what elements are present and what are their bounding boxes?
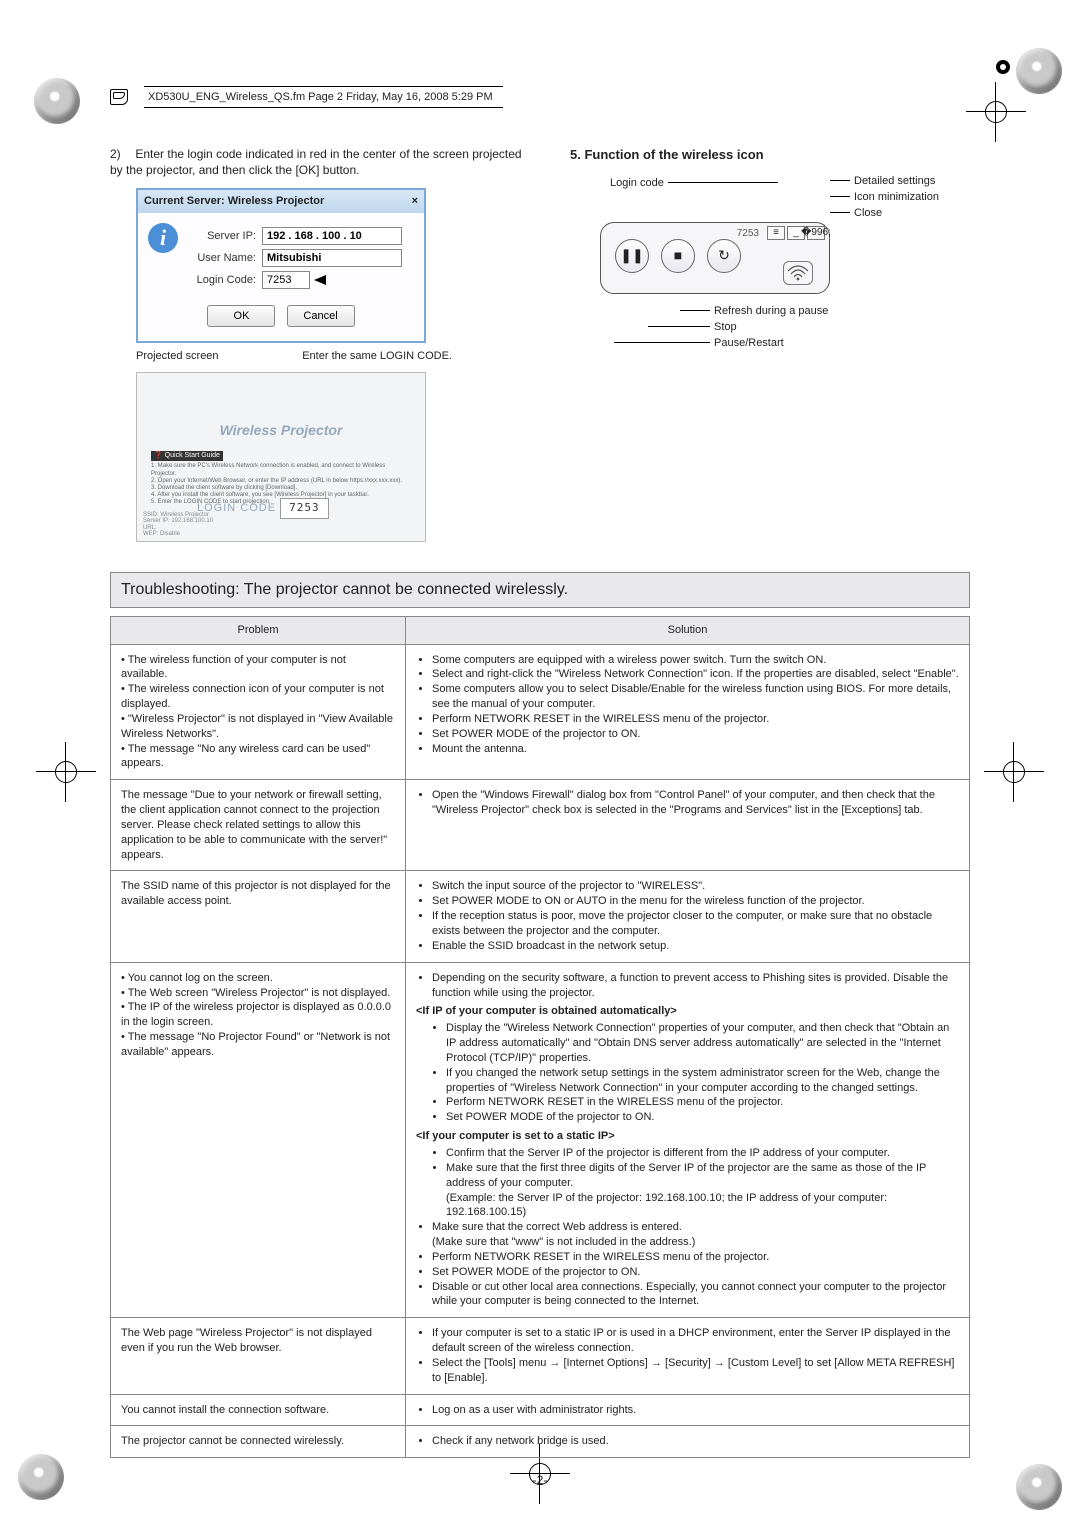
problem-cell: The SSID name of this projector is not d…	[111, 871, 406, 962]
login-dialog: Current Server: Wireless Projector × i S…	[136, 188, 426, 343]
th-problem: Problem	[111, 616, 406, 644]
code-label: Login Code:	[186, 273, 256, 288]
crop-ball-br	[1016, 1464, 1062, 1510]
refresh-button[interactable]: ↻	[707, 239, 741, 273]
crop-ball-tl	[34, 78, 80, 124]
close-icon[interactable]: ×	[412, 194, 418, 209]
user-label: User Name:	[186, 251, 256, 266]
solution-cell: Switch the input source of the projector…	[406, 871, 970, 962]
dialog-title: Current Server: Wireless Projector	[144, 194, 324, 209]
close-tray-icon[interactable]: �996;	[807, 226, 825, 240]
th-solution: Solution	[406, 616, 970, 644]
wifi-icon	[783, 261, 813, 285]
crop-ball-bl	[18, 1454, 64, 1500]
step-text: Enter the login code indicated in red in…	[110, 147, 522, 177]
server-ip-field[interactable]	[262, 227, 402, 245]
table-row: The message "Due to your network or fire…	[111, 780, 970, 871]
header-filename: XD530U_ENG_Wireless_QS.fm Page 2 Friday,…	[144, 86, 503, 108]
crop-dot-tr	[996, 60, 1010, 74]
book-icon	[110, 89, 128, 105]
server-ip-label: Server IP:	[186, 229, 256, 244]
pause-button[interactable]: ❚❚	[615, 239, 649, 273]
lbl-min: Icon minimization	[854, 191, 939, 203]
wireless-tray: 7253 ≡ _ �996; ❚❚ ■ ↻	[600, 222, 830, 294]
projected-screen: Wireless Projector ❓ Quick Start Guide 1…	[136, 372, 426, 542]
arrow-left-icon	[314, 275, 326, 285]
lbl-login-code: Login code	[610, 177, 664, 189]
qsg-head: ❓ Quick Start Guide	[151, 451, 223, 461]
user-field[interactable]	[262, 249, 402, 267]
solution-cell: Some computers are equipped with a wirel…	[406, 644, 970, 780]
caption-right: Enter the same LOGIN CODE.	[302, 349, 452, 364]
register-right	[984, 742, 1044, 802]
table-row: The SSID name of this projector is not d…	[111, 871, 970, 962]
icon-diagram: Login code Detailed settings Icon minimi…	[570, 174, 950, 354]
table-row: The projector cannot be connected wirele…	[111, 1426, 970, 1458]
section5-title: 5. Function of the wireless icon	[570, 146, 970, 164]
code-field[interactable]	[262, 271, 310, 289]
problem-cell: • The wireless function of your computer…	[111, 644, 406, 780]
step-2: 2) Enter the login code indicated in red…	[110, 146, 530, 178]
table-row: • The wireless function of your computer…	[111, 644, 970, 780]
detailed-icon[interactable]: ≡	[767, 226, 785, 240]
troubleshooting-table: Problem Solution • The wireless function…	[110, 616, 970, 1459]
proj-footer: SSID: Wireless Projector Server IP: 192.…	[143, 512, 213, 538]
cancel-button[interactable]: Cancel	[287, 305, 355, 327]
problem-cell: • You cannot log on the screen. • The We…	[111, 962, 406, 1318]
proj-login-code: 7253	[280, 498, 329, 519]
ok-button[interactable]: OK	[207, 305, 275, 327]
lbl-pause: Pause/Restart	[714, 337, 784, 349]
problem-cell: You cannot install the connection softwa…	[111, 1394, 406, 1426]
table-row: You cannot install the connection softwa…	[111, 1394, 970, 1426]
table-row: • You cannot log on the screen. • The We…	[111, 962, 970, 1318]
page-header: XD530U_ENG_Wireless_QS.fm Page 2 Friday,…	[110, 86, 503, 108]
solution-cell: Open the "Windows Firewall" dialog box f…	[406, 780, 970, 871]
register-left	[36, 742, 96, 802]
info-icon: i	[148, 223, 178, 253]
problem-cell: The message "Due to your network or fire…	[111, 780, 406, 871]
table-row: The Web page "Wireless Projector" is not…	[111, 1318, 970, 1394]
problem-cell: The projector cannot be connected wirele…	[111, 1426, 406, 1458]
page-number: -2-	[110, 1472, 970, 1488]
problem-cell: The Web page "Wireless Projector" is not…	[111, 1318, 406, 1394]
solution-cell: Check if any network bridge is used.	[406, 1426, 970, 1458]
solution-cell: If your computer is set to a static IP o…	[406, 1318, 970, 1394]
tray-code: 7253	[737, 227, 759, 241]
caption-left: Projected screen	[136, 349, 219, 364]
troubleshooting-title: Troubleshooting: The projector cannot be…	[110, 572, 970, 608]
lbl-refresh: Refresh during a pause	[714, 305, 828, 317]
lbl-stop: Stop	[714, 321, 737, 333]
stop-button[interactable]: ■	[661, 239, 695, 273]
solution-cell: Log on as a user with administrator righ…	[406, 1394, 970, 1426]
register-top	[966, 82, 1026, 142]
step-num: 2)	[110, 146, 132, 162]
proj-title: Wireless Projector	[137, 421, 425, 440]
solution-cell: Depending on the security software, a fu…	[406, 962, 970, 1318]
lbl-close: Close	[854, 207, 882, 219]
lbl-detailed: Detailed settings	[854, 175, 935, 187]
